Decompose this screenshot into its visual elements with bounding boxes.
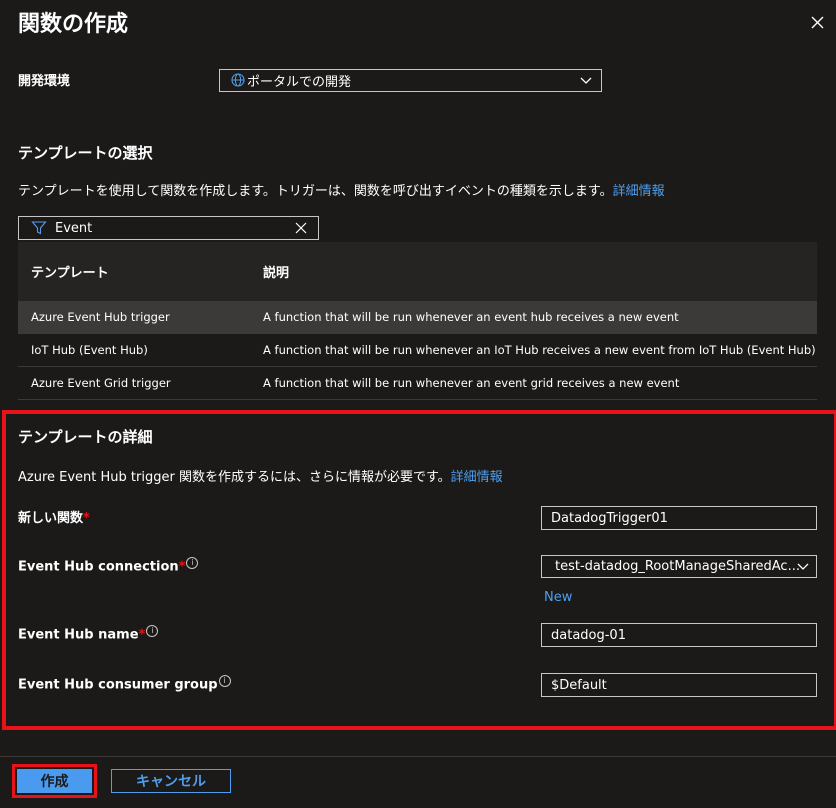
consumer-group-value: $Default bbox=[551, 677, 607, 693]
new-function-input[interactable]: DatadogTrigger01 bbox=[541, 506, 817, 530]
template-select-heading: テンプレートの選択 bbox=[18, 144, 153, 162]
required-mark: * bbox=[83, 511, 90, 526]
info-icon[interactable]: i bbox=[146, 625, 159, 637]
column-header-template: テンプレート bbox=[31, 266, 109, 281]
chevron-down-icon bbox=[796, 559, 810, 577]
create-button[interactable]: 作成 bbox=[17, 769, 92, 793]
new-function-label-text: 新しい関数 bbox=[18, 511, 84, 526]
template-details-description: Azure Event Hub trigger 関数を作成するには、さらに情報が… bbox=[18, 466, 503, 485]
new-connection-link[interactable]: New bbox=[544, 590, 572, 605]
details-learn-more-link[interactable]: 詳細情報 bbox=[451, 470, 503, 485]
filter-value: Event bbox=[55, 220, 93, 236]
filter-input[interactable]: Event bbox=[18, 216, 319, 240]
hub-name-label-text: Event Hub name bbox=[18, 627, 139, 643]
connection-select[interactable]: test-datadog_RootManageSharedAc... bbox=[541, 555, 817, 578]
connection-label-text: Event Hub connection bbox=[18, 559, 179, 575]
learn-more-link[interactable]: 詳細情報 bbox=[613, 184, 665, 199]
footer-divider bbox=[0, 756, 836, 757]
globe-icon bbox=[231, 72, 247, 89]
cancel-button[interactable]: キャンセル bbox=[111, 769, 231, 793]
connection-value: test-datadog_RootManageSharedAc... bbox=[555, 559, 800, 574]
required-mark: * bbox=[178, 559, 186, 575]
close-icon[interactable] bbox=[808, 12, 828, 34]
template-details-description-text: Azure Event Hub trigger 関数を作成するには、さらに情報が… bbox=[18, 470, 451, 485]
new-function-value: DatadogTrigger01 bbox=[551, 510, 668, 526]
template-details-heading: テンプレートの詳細 bbox=[18, 428, 153, 446]
row-template-description: A function that will be run whenever an … bbox=[263, 343, 816, 357]
row-template-name: Azure Event Grid trigger bbox=[31, 376, 171, 390]
panel-title: 関数の作成 bbox=[18, 12, 129, 37]
row-template-description: A function that will be run whenever an … bbox=[263, 376, 680, 390]
template-select-description-text: テンプレートを使用して関数を作成します。トリガーは、関数を呼び出すイベントの種類… bbox=[18, 184, 613, 199]
environment-value: ポータルでの開発 bbox=[247, 75, 352, 90]
environment-label: 開発環境 bbox=[18, 74, 71, 89]
clear-icon[interactable] bbox=[294, 221, 308, 239]
required-mark: * bbox=[138, 627, 146, 643]
table-row[interactable]: IoT Hub (Event Hub) A function that will… bbox=[18, 334, 817, 367]
table-row[interactable]: Azure Event Hub trigger A function that … bbox=[18, 301, 817, 334]
create-button-highlight: 作成 bbox=[12, 764, 97, 798]
column-header-description: 説明 bbox=[263, 266, 290, 281]
hub-name-value: datadog-01 bbox=[551, 627, 626, 643]
consumer-group-input[interactable]: $Default bbox=[541, 673, 817, 697]
row-template-name: Azure Event Hub trigger bbox=[31, 310, 170, 324]
chevron-down-icon bbox=[579, 73, 593, 91]
template-table: テンプレート 説明 Azure Event Hub trigger A func… bbox=[18, 242, 817, 400]
consumer-group-label: Event Hub consumer group i bbox=[18, 675, 231, 692]
environment-select[interactable]: ポータルでの開発 bbox=[219, 69, 602, 92]
row-template-description: A function that will be run whenever an … bbox=[263, 310, 679, 324]
table-row[interactable]: Azure Event Grid trigger A function that… bbox=[18, 367, 817, 400]
filter-icon bbox=[31, 220, 47, 236]
row-template-name: IoT Hub (Event Hub) bbox=[31, 343, 148, 357]
info-icon[interactable]: i bbox=[186, 557, 199, 569]
info-icon[interactable]: i bbox=[218, 675, 231, 687]
consumer-group-label-text: Event Hub consumer group bbox=[18, 677, 218, 693]
hub-name-input[interactable]: datadog-01 bbox=[541, 623, 817, 647]
template-select-description: テンプレートを使用して関数を作成します。トリガーは、関数を呼び出すイベントの種類… bbox=[18, 180, 665, 199]
new-function-label: 新しい関数* bbox=[18, 507, 90, 526]
hub-name-label: Event Hub name* i bbox=[18, 625, 159, 643]
table-header: テンプレート 説明 bbox=[18, 242, 817, 301]
connection-label: Event Hub connection* i bbox=[18, 557, 199, 575]
